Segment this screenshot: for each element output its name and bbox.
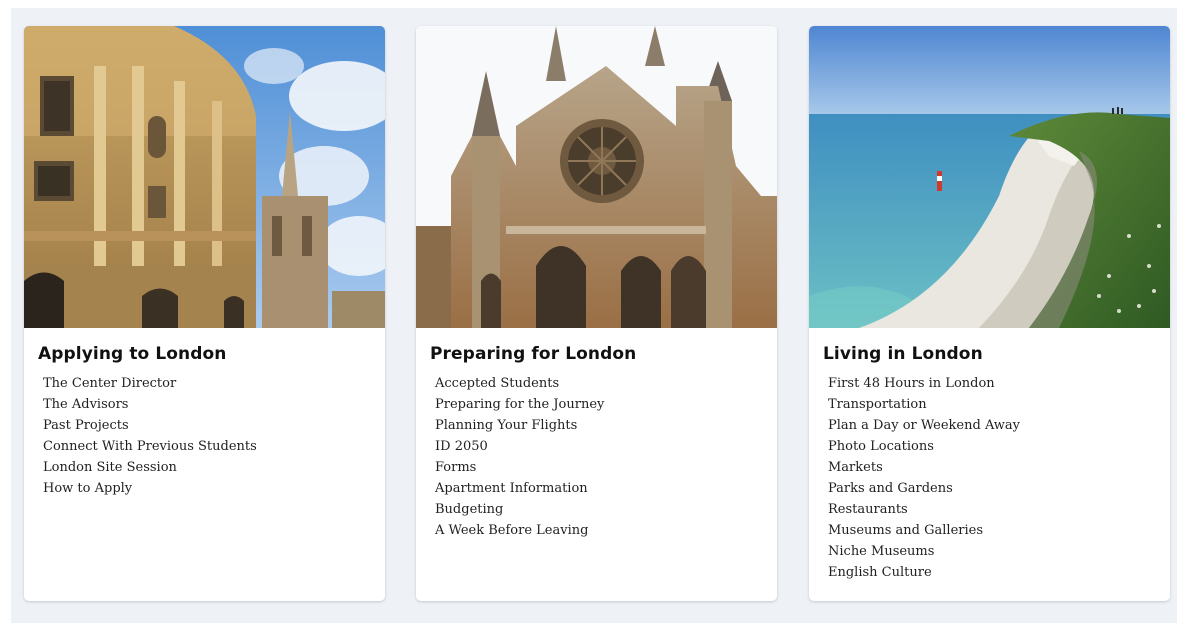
link-budgeting[interactable]: Budgeting xyxy=(435,499,604,520)
link-plan-day-weekend[interactable]: Plan a Day or Weekend Away xyxy=(828,415,1020,436)
link-markets[interactable]: Markets xyxy=(828,457,1020,478)
card-title: Preparing for London xyxy=(430,344,637,364)
link-center-director[interactable]: The Center Director xyxy=(43,373,257,394)
link-planning-flights[interactable]: Planning Your Flights xyxy=(435,415,604,436)
link-preparing-journey[interactable]: Preparing for the Journey xyxy=(435,394,604,415)
link-restaurants[interactable]: Restaurants xyxy=(828,499,1020,520)
link-forms[interactable]: Forms xyxy=(435,457,604,478)
card-link-list: The Center Director The Advisors Past Pr… xyxy=(43,373,257,499)
card-title: Living in London xyxy=(823,344,983,364)
card-link-list: First 48 Hours in London Transportation … xyxy=(828,373,1020,583)
link-parks-gardens[interactable]: Parks and Gardens xyxy=(828,478,1020,499)
link-id-2050[interactable]: ID 2050 xyxy=(435,436,604,457)
link-past-projects[interactable]: Past Projects xyxy=(43,415,257,436)
radcliffe-camera-photo xyxy=(24,26,385,328)
card-link-list: Accepted Students Preparing for the Jour… xyxy=(435,373,604,541)
link-advisors[interactable]: The Advisors xyxy=(43,394,257,415)
card-applying: Applying to London The Center Director T… xyxy=(24,26,385,601)
link-how-to-apply[interactable]: How to Apply xyxy=(43,478,257,499)
link-connect-previous-students[interactable]: Connect With Previous Students xyxy=(43,436,257,457)
page: Applying to London The Center Director T… xyxy=(0,0,1177,623)
link-week-before-leaving[interactable]: A Week Before Leaving xyxy=(435,520,604,541)
link-london-site-session[interactable]: London Site Session xyxy=(43,457,257,478)
card-living: Living in London First 48 Hours in Londo… xyxy=(809,26,1170,601)
card-preparing: Preparing for London Accepted Students P… xyxy=(416,26,777,601)
link-transportation[interactable]: Transportation xyxy=(828,394,1020,415)
card-title: Applying to London xyxy=(38,344,227,364)
link-english-culture[interactable]: English Culture xyxy=(828,562,1020,583)
link-apartment-information[interactable]: Apartment Information xyxy=(435,478,604,499)
link-first-48-hours[interactable]: First 48 Hours in London xyxy=(828,373,1020,394)
link-niche-museums[interactable]: Niche Museums xyxy=(828,541,1020,562)
seven-sisters-cliffs-photo xyxy=(809,26,1170,328)
link-photo-locations[interactable]: Photo Locations xyxy=(828,436,1020,457)
link-accepted-students[interactable]: Accepted Students xyxy=(435,373,604,394)
link-museums-galleries[interactable]: Museums and Galleries xyxy=(828,520,1020,541)
westminster-abbey-photo xyxy=(416,26,777,328)
